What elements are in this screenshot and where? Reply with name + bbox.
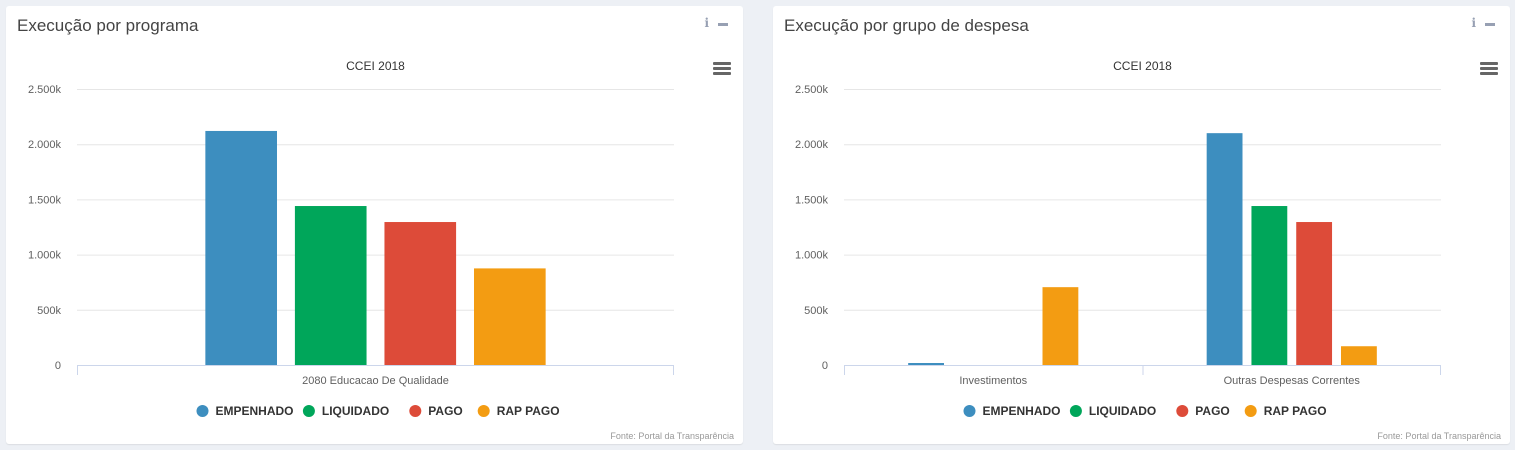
legend-symbol: [1069, 405, 1082, 417]
x-category-label: Investimentos: [959, 375, 1027, 387]
chart-title: CCEI 2018: [346, 59, 405, 73]
bar-pago: [1296, 222, 1333, 365]
legend-label: RAP PAGO: [497, 404, 560, 418]
panel-execucao-por-grupo-de-despesa: Execução por grupo de despesa i CCEI 201…: [773, 6, 1510, 444]
legend-label: EMPENHADO: [216, 404, 294, 418]
legend-item[interactable]: LIQUIDADO: [1069, 404, 1156, 418]
legend-item[interactable]: RAP PAGO: [1244, 404, 1327, 418]
bar-liquidado: [294, 206, 367, 365]
y-tick-label: 500k: [37, 305, 61, 317]
credits-link[interactable]: Fonte: Portal da Transparência: [610, 431, 734, 441]
legend-symbol: [963, 405, 976, 417]
legend-symbol: [477, 405, 490, 417]
y-tick-label: 1.000k: [795, 250, 829, 262]
legend-label: PAGO: [1195, 404, 1229, 418]
legend-symbol: [409, 405, 422, 417]
legend-symbol: [196, 405, 209, 417]
legend-symbol: [302, 405, 315, 417]
bar-rap-pago: [1042, 287, 1079, 365]
bar-rap-pago: [1341, 346, 1377, 365]
y-tick-label: 500k: [804, 305, 828, 317]
y-tick-label: 1.500k: [28, 194, 62, 206]
legend-item[interactable]: PAGO: [409, 404, 463, 418]
legend-item[interactable]: LIQUIDADO: [302, 404, 389, 418]
panel-execucao-por-programa: Execução por programa i CCEI 2018 0 500k 1.…: [6, 6, 743, 444]
bar-liquidado: [1251, 206, 1288, 365]
legend-label: EMPENHADO: [983, 404, 1061, 418]
legend-label: LIQUIDADO: [1089, 404, 1156, 418]
legend-item[interactable]: EMPENHADO: [196, 404, 294, 418]
bar-pago: [384, 222, 457, 365]
y-tick-label: 2.000k: [28, 139, 62, 151]
y-tick-label: 2.500k: [795, 84, 829, 96]
y-tick-label: 2.000k: [795, 139, 829, 151]
bar-rap-pago: [474, 268, 546, 365]
credits-link[interactable]: Fonte: Portal da Transparência: [1377, 431, 1501, 441]
legend-label: PAGO: [428, 404, 462, 418]
x-category-label: Outras Despesas Correntes: [1224, 375, 1361, 387]
legend-item[interactable]: RAP PAGO: [477, 404, 560, 418]
y-tick-label: 1.000k: [28, 250, 62, 262]
y-tick-label: 1.500k: [795, 194, 829, 206]
legend-item[interactable]: PAGO: [1176, 404, 1230, 418]
bar-chart-grupo-despesa: CCEI 2018 0 500k 1.000k 1.500k 2.000k 2.500k In…: [795, 59, 1441, 418]
y-tick-label: 0: [822, 360, 828, 372]
chart-title: CCEI 2018: [1113, 59, 1172, 73]
legend-item[interactable]: EMPENHADO: [963, 404, 1061, 418]
y-tick-label: 0: [55, 360, 61, 372]
y-tick-label: 2.500k: [28, 84, 62, 96]
bar-chart-programa: CCEI 2018 0 500k 1.000k 1.500k 2.000k 2.500k 20…: [28, 59, 674, 418]
bar-empenhado: [205, 130, 277, 365]
legend-label: LIQUIDADO: [322, 404, 389, 418]
bar-empenhado: [1206, 133, 1243, 365]
legend-label: RAP PAGO: [1264, 404, 1327, 418]
legend-symbol: [1176, 405, 1189, 417]
x-category-label: 2080 Educacao De Qualidade: [302, 375, 449, 387]
legend-symbol: [1244, 405, 1257, 417]
bar-empenhado: [908, 363, 944, 365]
